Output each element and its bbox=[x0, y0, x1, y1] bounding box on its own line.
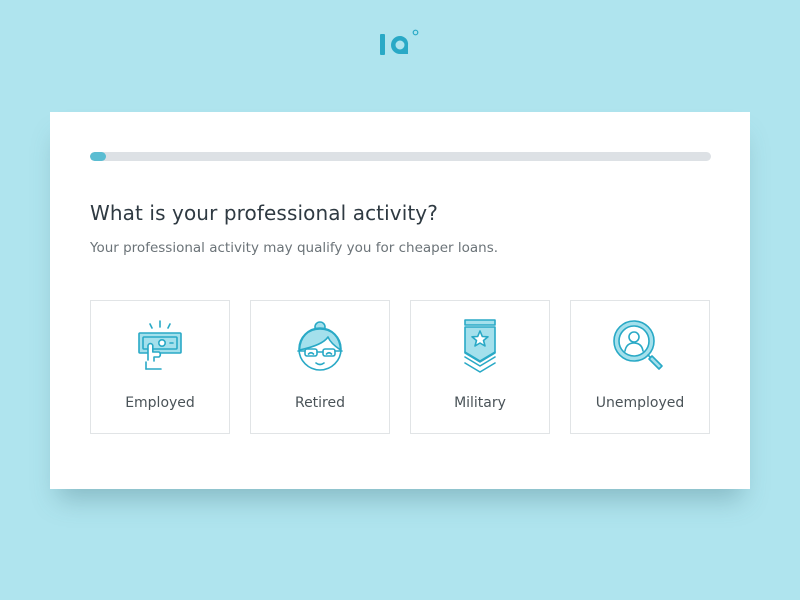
page: What is your professional activity? Your… bbox=[0, 0, 800, 600]
military-rank-icon bbox=[464, 319, 496, 373]
option-military[interactable]: Military bbox=[410, 300, 550, 434]
option-label: Military bbox=[454, 395, 506, 411]
option-label: Employed bbox=[125, 395, 195, 411]
question-subtitle: Your professional activity may qualify y… bbox=[90, 240, 499, 256]
grandma-face-icon bbox=[297, 321, 343, 371]
progress-fill bbox=[90, 152, 106, 161]
cash-hand-icon bbox=[138, 320, 182, 370]
magnifier-person-icon bbox=[613, 320, 663, 370]
option-employed[interactable]: Employed bbox=[90, 300, 230, 434]
activity-options: Employed Retired Military Unemployed bbox=[90, 300, 711, 434]
question-title: What is your professional activity? bbox=[90, 201, 438, 225]
question-card: What is your professional activity? Your… bbox=[50, 112, 750, 489]
progress-bar bbox=[90, 152, 711, 161]
option-unemployed[interactable]: Unemployed bbox=[570, 300, 710, 434]
option-label: Unemployed bbox=[595, 395, 685, 411]
option-label: Retired bbox=[294, 395, 346, 411]
option-retired[interactable]: Retired bbox=[250, 300, 390, 434]
brand-logo bbox=[380, 29, 419, 55]
